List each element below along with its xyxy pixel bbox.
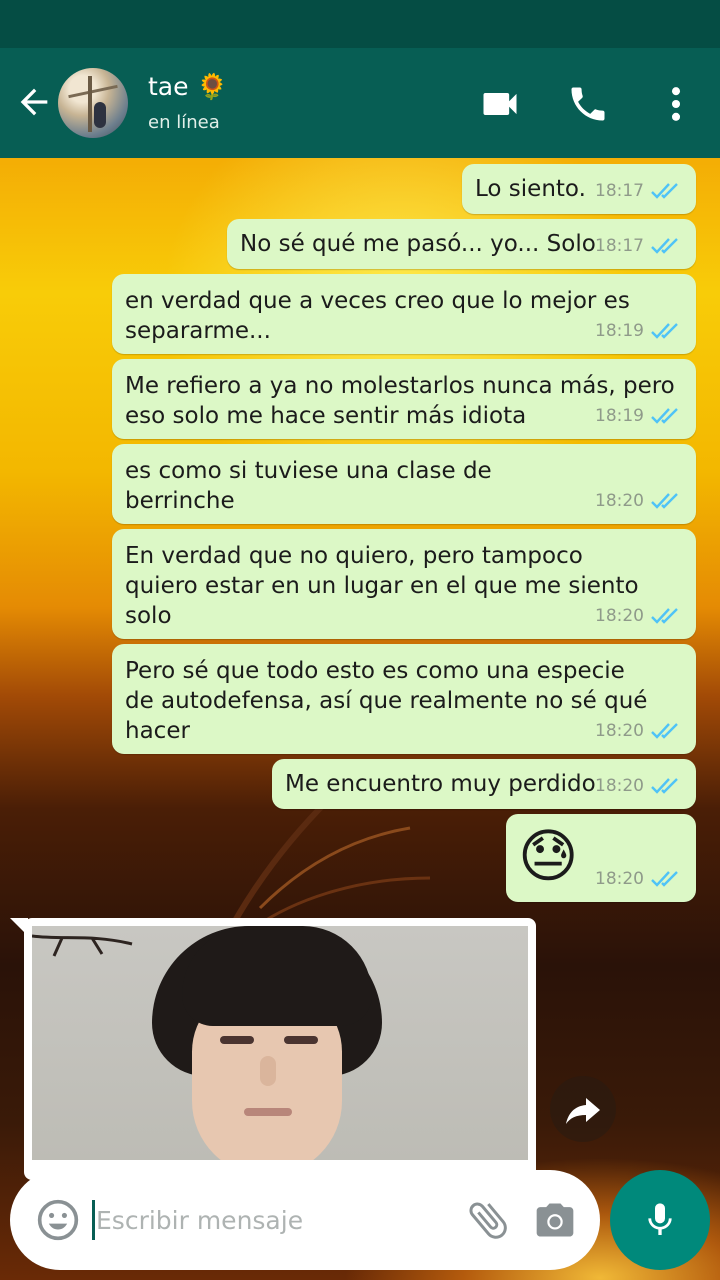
double-check-icon [651,183,678,199]
message-text: No sé qué me pasó... yo... Solo [240,231,596,257]
mic-icon [648,1203,672,1235]
phone-icon [571,87,605,121]
message-text: es como si tuviese una clase de berrinch… [125,458,492,514]
message-time: 18:20 [595,491,644,511]
camera-icon [536,1203,574,1237]
message-time: 18:19 [595,321,644,341]
message-text: En verdad que no quiero, pero tampoco qu… [125,543,639,629]
message-time: 18:20 [595,721,644,741]
emoji-message: 😓 [518,822,579,890]
message-time: 18:20 [595,776,644,796]
incoming-image-message[interactable] [24,918,536,1180]
voice-record-button[interactable] [610,1170,710,1270]
message-input[interactable] [96,1196,456,1244]
double-check-icon [651,238,678,254]
double-check-icon [651,493,678,509]
message-bubble[interactable]: es como si tuviese una clase de berrinch… [112,444,696,524]
forward-icon [566,1098,600,1124]
chat-header: tae 🌻 en línea [0,48,720,158]
message-bubble[interactable]: Lo siento. 18:17 [462,164,696,214]
contact-status: en línea [148,112,220,133]
message-bubble[interactable]: 😓 18:20 [506,814,696,902]
back-button[interactable] [14,82,54,122]
message-text: Pero sé que todo esto es como una especi… [125,658,648,744]
emoji-icon [37,1199,79,1241]
text-caret [92,1200,95,1240]
videocam-icon [483,93,517,115]
double-check-icon [651,608,678,624]
double-check-icon [651,778,678,794]
arrow-left-icon [20,88,48,116]
attach-button[interactable] [464,1196,512,1244]
emoji-button[interactable] [36,1198,80,1242]
message-text: Lo siento. [475,176,586,202]
more-vert-icon [671,87,681,121]
message-bubble[interactable]: en verdad que a veces creo que lo mejor … [112,274,696,354]
message-text: Me refiero a ya no molestarlos nunca más… [125,373,675,429]
message-bubble[interactable]: En verdad que no quiero, pero tampoco qu… [112,529,696,639]
message-time: 18:20 [595,606,644,626]
camera-button[interactable] [532,1198,578,1242]
paperclip-icon [469,1202,507,1239]
video-call-button[interactable] [478,82,522,126]
avatar[interactable] [58,68,128,138]
message-time: 18:17 [595,236,644,256]
message-time: 18:17 [595,181,644,201]
message-bubble[interactable]: Me refiero a ya no molestarlos nunca más… [112,359,696,439]
received-photo[interactable] [32,926,528,1160]
forward-button[interactable] [550,1076,616,1142]
message-time: 18:19 [595,406,644,426]
message-composer [10,1170,600,1270]
double-check-icon [651,723,678,739]
double-check-icon [651,871,678,887]
message-time: 18:20 [595,869,644,889]
message-text: en verdad que a veces creo que lo mejor … [125,288,630,344]
message-bubble[interactable]: No sé qué me pasó... yo... Solo 18:17 [227,219,696,269]
message-bubble[interactable]: Me encuentro muy perdido 18:20 [272,759,696,809]
voice-call-button[interactable] [566,82,610,126]
status-bar [0,0,720,48]
contact-name[interactable]: tae 🌻 [148,72,228,102]
double-check-icon [651,408,678,424]
double-check-icon [651,323,678,339]
menu-button[interactable] [654,82,698,126]
photo-branch-decoration [32,934,133,957]
message-bubble[interactable]: Pero sé que todo esto es como una especi… [112,644,696,754]
message-text: Me encuentro muy perdido [285,771,596,797]
